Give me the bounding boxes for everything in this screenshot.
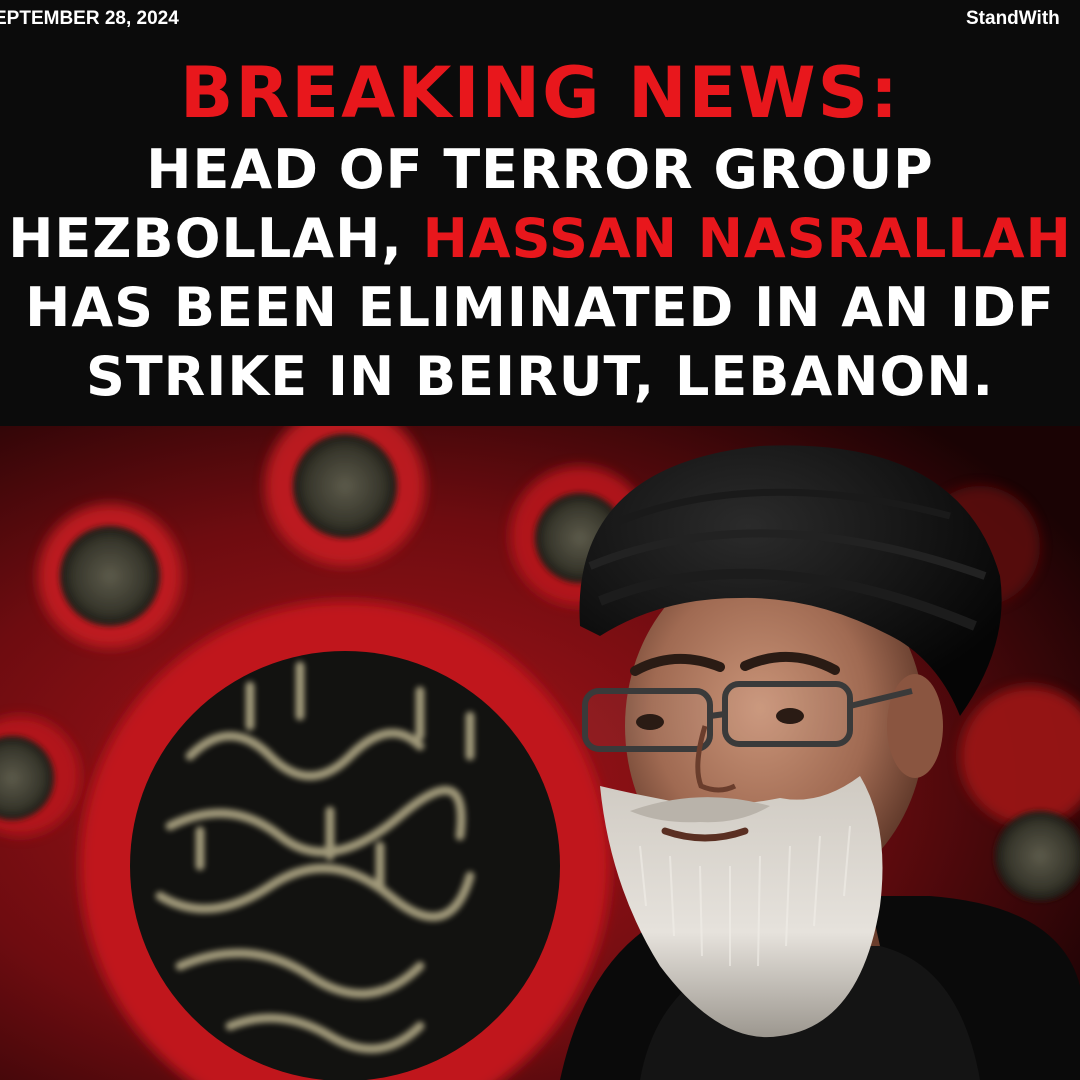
- headline-line-1: HEAD OF TERROR GROUP: [146, 138, 934, 201]
- headline-line-4: STRIKE IN BEIRUT, LEBANON.: [85, 345, 995, 408]
- news-post: EPTEMBER 28, 2024 StandWith BREAKING NEW…: [0, 0, 1080, 1080]
- post-date: EPTEMBER 28, 2024: [0, 8, 179, 29]
- breaking-news-kicker: BREAKING NEWS:: [180, 52, 900, 134]
- headline-line-3: HAS BEEN ELIMINATED IN AN IDF: [25, 276, 1055, 339]
- portrait-photo: [0, 426, 1080, 1080]
- headline-name: HASSAN NASRALLAH: [422, 207, 1072, 270]
- headline-line-2-prefix: HEZBOLLAH,: [8, 207, 423, 270]
- account-handle: StandWith: [966, 8, 1060, 29]
- portrait-illustration: [0, 426, 1080, 1080]
- headline-line-2: HEZBOLLAH, HASSAN NASRALLAH: [0, 207, 1080, 270]
- headline-panel: EPTEMBER 28, 2024 StandWith BREAKING NEW…: [0, 0, 1080, 426]
